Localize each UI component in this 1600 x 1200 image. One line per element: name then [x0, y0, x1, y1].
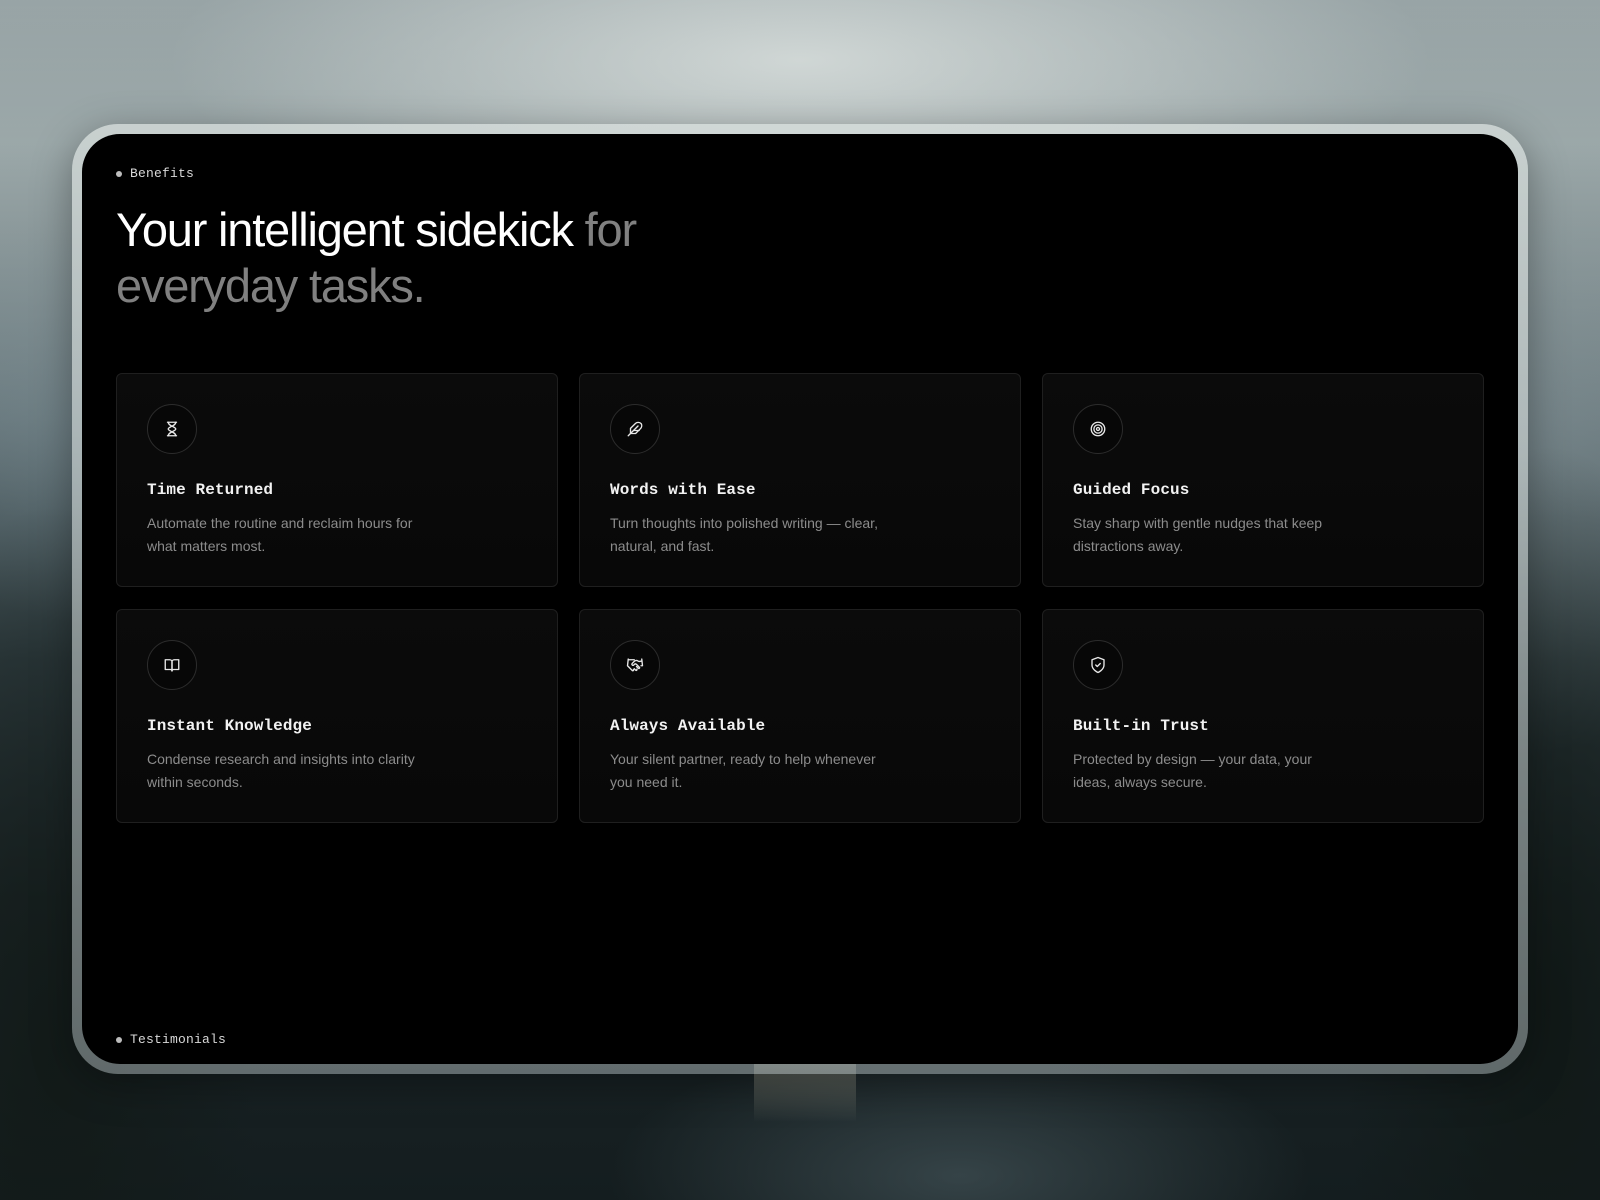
card-description: Your silent partner, ready to help whene… [610, 751, 876, 790]
headline-bright-text: Your intelligent sidekick [116, 203, 574, 256]
card-title: Time Returned [147, 481, 274, 499]
benefit-card-instant-knowledge: Instant Knowledge Condense research and … [116, 609, 558, 823]
page-title: Your intelligent sidekick for everyday t… [116, 202, 736, 314]
card-title: Always Available [610, 717, 766, 735]
benefits-panel: Benefits Your intelligent sidekick for e… [82, 134, 1518, 1064]
card-title: Built-in Trust [1073, 717, 1209, 735]
benefit-card-words-with-ease: Words with Ease Turn thoughts into polis… [579, 373, 1021, 587]
shield-check-icon [1073, 640, 1123, 690]
feather-icon [610, 404, 660, 454]
bullet-dot-icon [116, 170, 122, 177]
card-description: Automate the routine and reclaim hours f… [147, 515, 413, 554]
benefit-card-always-available: Always Available Your silent partner, re… [579, 609, 1021, 823]
card-description: Turn thoughts into polished writing — cl… [610, 515, 878, 554]
benefit-card-built-in-trust: Built-in Trust Protected by design — you… [1042, 609, 1484, 823]
testimonials-tag-label: Testimonials [130, 1032, 227, 1047]
benefits-grid: Time Returned Automate the routine and r… [116, 373, 1484, 823]
card-description: Protected by design — your data, your id… [1073, 751, 1312, 790]
benefits-tag-label: Benefits [130, 166, 195, 181]
benefit-card-guided-focus: Guided Focus Stay sharp with gentle nudg… [1042, 373, 1484, 587]
card-title: Words with Ease [610, 481, 756, 499]
testimonials-section-tag: Testimonials [116, 1032, 226, 1047]
benefits-section-tag: Benefits [116, 166, 194, 181]
card-title: Instant Knowledge [147, 717, 312, 735]
book-open-icon [147, 640, 197, 690]
handshake-icon [610, 640, 660, 690]
benefit-card-time-returned: Time Returned Automate the routine and r… [116, 373, 558, 587]
card-title: Guided Focus [1073, 481, 1190, 499]
card-description: Stay sharp with gentle nudges that keep … [1073, 515, 1323, 554]
hourglass-icon [147, 404, 197, 454]
card-description: Condense research and insights into clar… [147, 751, 415, 790]
target-icon [1073, 404, 1123, 454]
bullet-dot-icon [116, 1036, 122, 1043]
